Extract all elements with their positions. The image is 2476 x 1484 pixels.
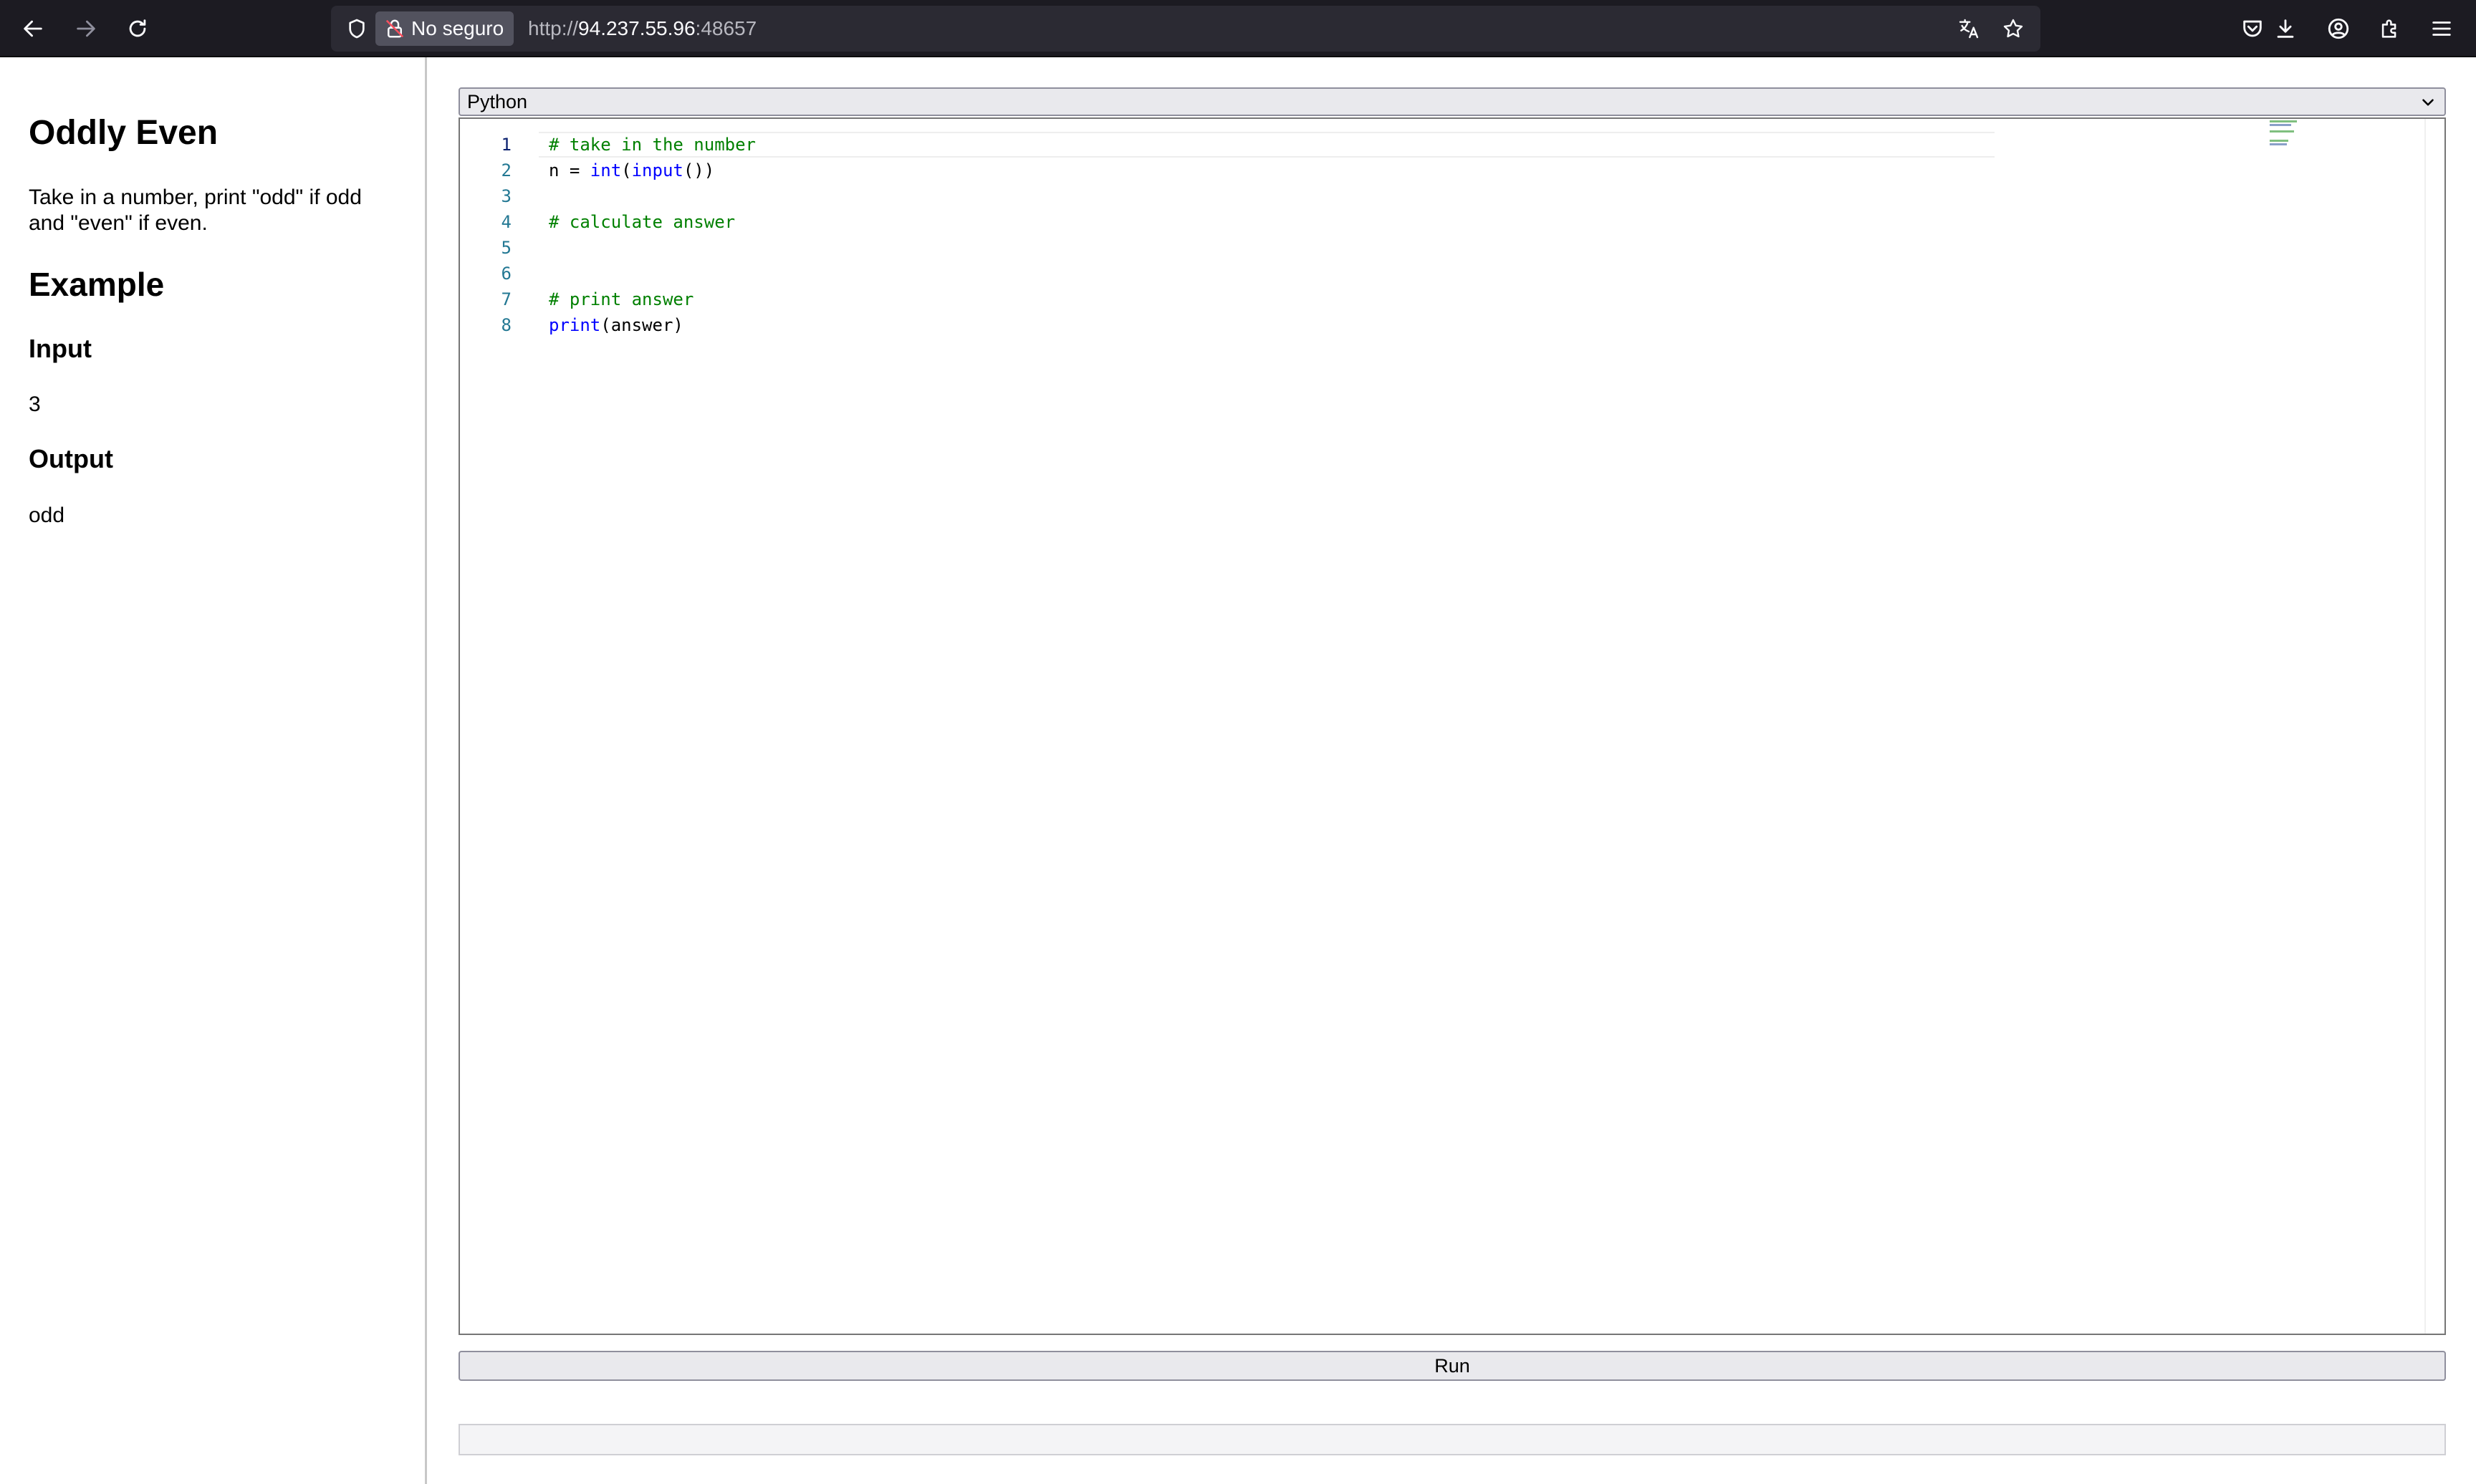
url-port: :48657 [695,17,757,39]
line-number: 8 [501,315,512,335]
run-button[interactable]: Run [459,1351,2446,1381]
security-label: No seguro [411,17,504,39]
line-number: 5 [501,238,512,258]
download-icon [2277,19,2294,38]
input-heading: Input [29,334,92,363]
language-select[interactable]: Python [459,87,2446,116]
chevron-down-icon [2422,99,2434,106]
code-line[interactable]: print(answer) [549,312,683,338]
minimap-line [2270,130,2294,132]
tracking-protection-button[interactable] [341,13,373,44]
forward-button[interactable] [66,9,106,49]
extensions-button[interactable] [2370,9,2410,49]
code-line[interactable]: # calculate answer [549,209,735,235]
shield-icon [349,19,365,39]
minimap-line [2270,140,2288,142]
translate-icon [1959,19,1979,39]
reload-button[interactable] [117,9,158,49]
app-menu-button[interactable] [2422,9,2462,49]
editor-minimap[interactable] [2263,119,2406,1334]
puzzle-icon [2381,19,2396,38]
example-output-value: odd [29,504,65,527]
minimap-line [2270,143,2287,145]
translate-button[interactable] [1953,13,1985,44]
url-bar[interactable]: No seguro http://94.237.55.96:48657 [331,6,2040,52]
arrow-right-icon [77,20,95,37]
editor-scrollbar[interactable] [2424,119,2444,1334]
example-heading: Example [29,266,165,303]
line-number-gutter: 1 2 3 4 5 6 7 8 [460,119,524,1334]
browser-toolbar: No seguro http://94.237.55.96:48657 [0,0,2476,57]
line-number: 2 [501,160,512,180]
output-box [459,1424,2446,1455]
current-line-highlight [539,132,1995,158]
url-scheme: http:// [528,17,579,39]
line-number: 6 [501,264,512,284]
url-host: 94.237.55.96 [578,17,696,39]
code-editor[interactable]: 1 2 3 4 5 6 7 8 # take in the number n =… [459,117,2446,1335]
lock-slash-icon [385,19,404,38]
connection-insecure-badge[interactable]: No seguro [375,11,514,46]
hamburger-menu-icon [2432,21,2451,36]
back-button[interactable] [13,9,53,49]
line-number: 3 [501,186,512,206]
account-button[interactable] [2318,9,2359,49]
minimap-line [2270,124,2291,126]
output-heading: Output [29,444,113,473]
downloads-button[interactable] [2265,9,2305,49]
arrow-left-icon [24,20,42,37]
url-text[interactable]: http://94.237.55.96:48657 [528,6,757,52]
reload-icon [129,19,146,37]
code-line[interactable]: n = int(input()) [549,158,714,183]
line-number: 1 [501,135,512,155]
problem-panel: Oddly Even Take in a number, print "odd"… [0,57,427,1484]
app-window: No seguro http://94.237.55.96:48657 Oddl… [0,0,2476,1484]
minimap-line [2270,120,2297,122]
problem-description: Take in a number, print "odd" if odd and… [29,186,362,235]
code-line[interactable]: # print answer [549,286,694,312]
code-line[interactable]: # take in the number [549,132,756,158]
star-icon [2003,19,2023,38]
problem-title: Oddly Even [29,114,219,152]
bookmark-button[interactable] [1997,13,2029,44]
pocket-icon [2243,20,2262,37]
example-input-value: 3 [29,392,41,416]
account-icon [2328,18,2349,39]
language-select-value: Python [467,90,528,112]
line-number: 7 [501,289,512,309]
line-number: 4 [501,212,512,232]
